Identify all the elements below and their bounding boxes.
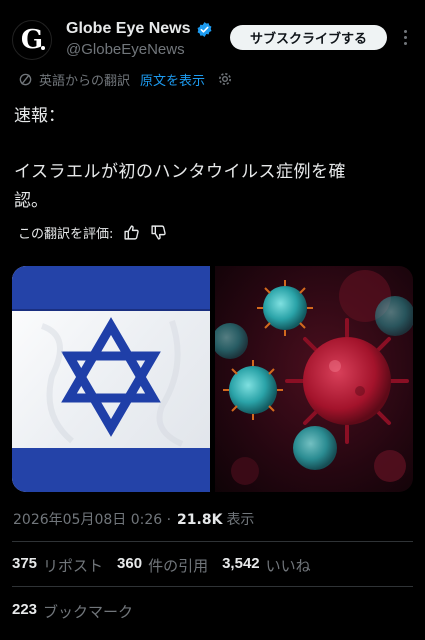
- bookmarks-stat[interactable]: 223 ブックマーク: [12, 601, 133, 622]
- quotes-label: 件の引用: [148, 557, 209, 575]
- reposts-label: リポスト: [43, 557, 104, 575]
- reposts-stat[interactable]: 375 リポスト: [12, 555, 103, 576]
- rate-translation-label: この翻訳を評価:: [18, 226, 114, 242]
- user-handle[interactable]: @GlobeEyeNews: [66, 41, 185, 58]
- display-name[interactable]: Globe Eye News: [66, 20, 191, 38]
- more-options-icon[interactable]: [398, 26, 412, 48]
- gear-icon[interactable]: [217, 71, 233, 87]
- tweet-text-line-1: 速報：: [14, 106, 65, 126]
- bookmarks-label: ブックマーク: [43, 603, 134, 621]
- likes-stat[interactable]: 3,542 いいね: [222, 555, 311, 576]
- avatar-logo-letter: G: [20, 25, 44, 55]
- translation-bar: 英語からの翻訳 原文を表示: [18, 69, 233, 89]
- view-count-label: 表示: [226, 512, 255, 528]
- translated-from-label: 英語からの翻訳: [39, 73, 131, 89]
- tweet-meta: 2026年05月08日 0:26 · 21.8K 表示: [13, 509, 254, 529]
- tweet-media[interactable]: [12, 266, 413, 492]
- thumbs-up-icon[interactable]: [123, 224, 140, 241]
- avatar[interactable]: G: [12, 20, 52, 60]
- likes-label: いいね: [265, 557, 311, 575]
- translate-icon: [19, 73, 32, 85]
- tweet-text-line-2: イスラエルが初のハンタウイルス症例を確: [14, 162, 346, 182]
- thumbs-down-icon[interactable]: [150, 224, 167, 241]
- likes-count: 3,542: [222, 555, 260, 572]
- view-count: 21.8K: [177, 512, 223, 528]
- avatar-logo-dot: [41, 46, 45, 50]
- quotes-stat[interactable]: 360 件の引用: [117, 555, 208, 576]
- verified-badge-icon: [197, 21, 211, 37]
- tweet-header: G Globe Eye News @GlobeEyeNews サブスクライブする: [0, 0, 425, 64]
- reposts-count: 375: [12, 555, 38, 572]
- name-row: Globe Eye News: [66, 20, 213, 38]
- virus-illustration-image[interactable]: [215, 266, 413, 492]
- subscribe-button[interactable]: サブスクライブする: [230, 25, 387, 50]
- rate-translation-row: この翻訳を評価:: [18, 222, 167, 242]
- engagement-stats: 375 リポスト 360 件の引用 3,542 いいね: [12, 555, 325, 576]
- quotes-count: 360: [117, 555, 143, 572]
- divider: [12, 541, 413, 542]
- divider: [12, 586, 413, 587]
- tweet-timestamp[interactable]: 2026年05月08日 0:26 ·: [13, 509, 171, 529]
- bookmarks-count: 223: [12, 601, 38, 618]
- tweet-text-line-3: 認。: [14, 191, 48, 211]
- show-original-link[interactable]: 原文を表示: [140, 70, 205, 89]
- israel-flag-image[interactable]: [12, 266, 210, 492]
